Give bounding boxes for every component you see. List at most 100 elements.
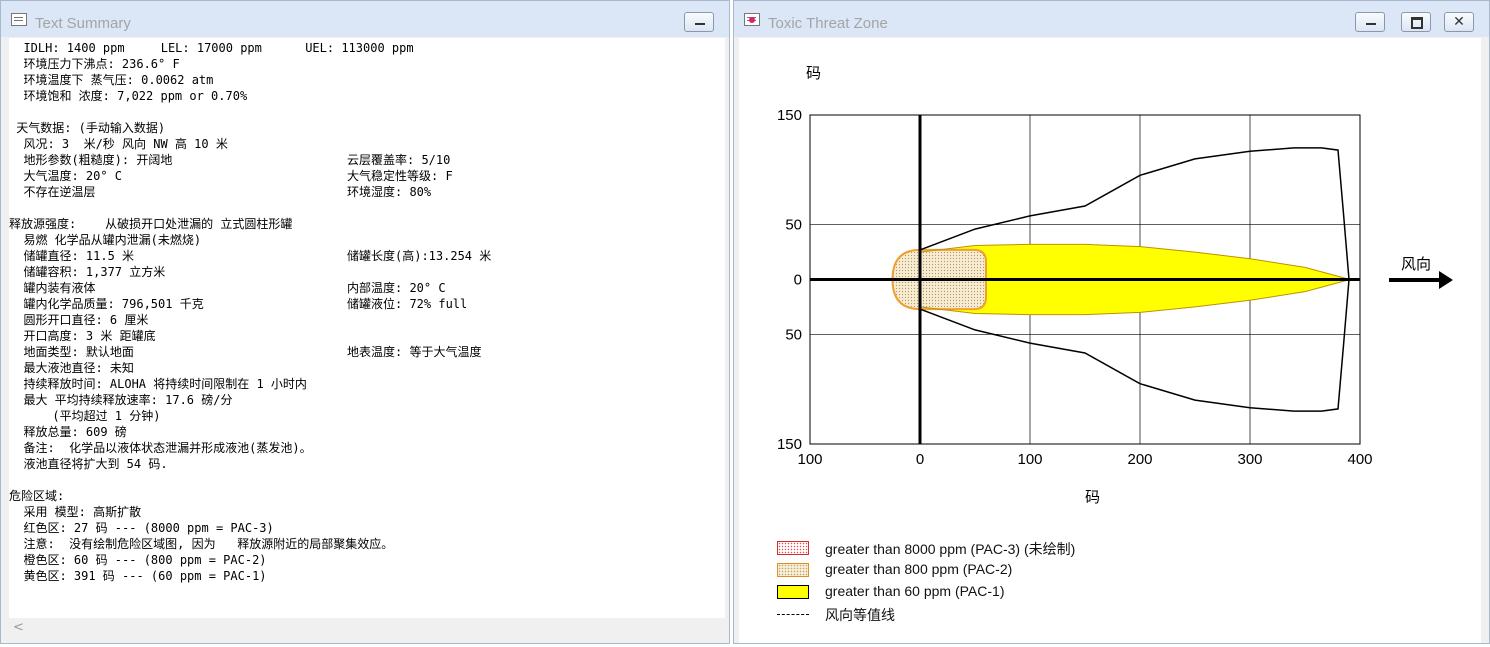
- summary-line-right-text: 大气稳定性等级: F: [347, 169, 453, 183]
- text-document-icon: [11, 13, 27, 26]
- summary-line: 释放源强度: 从破损开口处泄漏的 立式圆柱形罐: [9, 216, 292, 232]
- summary-line: 地面类型: 默认地面 地表温度: 等于大气温度: [9, 344, 481, 360]
- summary-line: 持续释放时间: ALOHA 将持续时间限制在 1 小时内: [9, 376, 307, 392]
- legend-swatch: [777, 585, 809, 599]
- summary-line-text: 罐内化学品质量: 796,501 千克: [9, 297, 204, 311]
- summary-line-text: (平均超过 1 分钟): [9, 409, 161, 423]
- legend-label: greater than 8000 ppm (PAC-3) (未绘制): [825, 541, 1076, 557]
- summary-line: 环境温度下 蒸气压: 0.0062 atm: [9, 72, 213, 88]
- summary-line-right-text: 内部温度: 20° C: [347, 281, 446, 295]
- summary-line: 罐内装有液体 内部温度: 20° C: [9, 280, 445, 296]
- summary-line-right-text: 储罐液位: 72% full: [347, 297, 468, 311]
- summary-line: 采用 模型: 高斯扩散: [9, 504, 141, 520]
- summary-line-text: 风况: 3 米/秒 风向 NW 高 10 米: [9, 137, 228, 151]
- summary-line-text: 备注: 化学品以液体状态泄漏并形成液池(蒸发池)。: [9, 441, 312, 455]
- y-tick-label: 0: [794, 272, 802, 289]
- x-tick-label: 100: [797, 451, 822, 468]
- summary-line: 大气温度: 20° C 大气稳定性等级: F: [9, 168, 452, 184]
- summary-line-text: 环境温度下 蒸气压: 0.0062 atm: [9, 73, 214, 87]
- y-tick-label: 50: [785, 326, 802, 343]
- summary-line-right-text: 储罐长度(高):13.254 米: [347, 249, 492, 263]
- x-tick-label: 400: [1347, 451, 1372, 468]
- summary-line: 风况: 3 米/秒 风向 NW 高 10 米: [9, 136, 228, 152]
- summary-line-text: 大气温度: 20° C: [9, 169, 123, 183]
- summary-line: 液池直径将扩大到 54 码.: [9, 456, 168, 472]
- summary-line: 环境饱和 浓度: 7,022 ppm or 0.70%: [9, 88, 247, 104]
- summary-line-text: 地形参数(粗糙度): 开阔地: [9, 153, 173, 167]
- summary-line: 备注: 化学品以液体状态泄漏并形成液池(蒸发池)。: [9, 440, 312, 456]
- threat-zone-title: Toxic Threat Zone: [768, 15, 888, 32]
- summary-line-text: 采用 模型: 高斯扩散: [9, 505, 142, 519]
- legend-swatch: [777, 614, 809, 615]
- minimize-button[interactable]: [684, 12, 714, 32]
- text-summary-titlebar[interactable]: Text Summary: [1, 1, 729, 37]
- y-axis-unit-label: 码: [806, 65, 821, 82]
- summary-line: 不存在逆温层 环境湿度: 80%: [9, 184, 431, 200]
- summary-line: 天气数据: (手动输入数据): [9, 120, 165, 136]
- summary-line-text: 环境饱和 浓度: 7,022 ppm or 0.70%: [9, 89, 248, 103]
- legend-swatch: [777, 563, 809, 577]
- legend-label: 风向等值线: [825, 607, 895, 623]
- y-tick-label: 50: [785, 217, 802, 234]
- summary-line: 易燃 化学品从罐内泄漏(未燃烧): [9, 232, 201, 248]
- summary-line-text: 注意: 没有绘制危险区域图, 因为 释放源附近的局部聚集效应。: [9, 537, 394, 551]
- summary-line-text: IDLH: 1400 ppm LEL: 17000 ppm UEL: 11300…: [9, 41, 414, 55]
- summary-line-text: 持续释放时间: ALOHA 将持续时间限制在 1 小时内: [9, 377, 307, 391]
- minimize-button[interactable]: [1355, 12, 1385, 32]
- y-tick-label: 150: [777, 107, 802, 124]
- summary-line-text: 不存在逆温层: [9, 185, 96, 199]
- summary-line: 储罐直径: 11.5 米 储罐长度(高):13.254 米: [9, 248, 491, 264]
- x-tick-label: 0: [916, 451, 924, 468]
- summary-line-text: 液池直径将扩大到 54 码.: [9, 457, 168, 471]
- summary-line: 红色区: 27 码 --- (8000 ppm = PAC-3): [9, 520, 274, 536]
- text-summary-title: Text Summary: [35, 15, 131, 32]
- summary-line-text: 危险区域:: [9, 489, 65, 503]
- close-button[interactable]: ✕: [1444, 12, 1474, 32]
- minimize-icon: [685, 13, 713, 31]
- threat-zone-titlebar[interactable]: Toxic Threat Zone ✕: [734, 1, 1489, 37]
- text-summary-window[interactable]: Text Summary IDLH: 1400 ppm LEL: 17000 p…: [0, 0, 730, 644]
- summary-line-text: 易燃 化学品从罐内泄漏(未燃烧): [9, 233, 202, 247]
- summary-line: 圆形开口直径: 6 厘米: [9, 312, 148, 328]
- maximize-icon: [1402, 13, 1430, 31]
- legend-label: greater than 60 ppm (PAC-1): [825, 583, 1005, 599]
- summary-line-right-text: 云层覆盖率: 5/10: [347, 153, 451, 167]
- wind-direction-label: 风向: [1401, 256, 1431, 273]
- summary-line-text: 罐内装有液体: [9, 281, 96, 295]
- summary-line-text: 红色区: 27 码 --- (8000 ppm = PAC-3): [9, 521, 274, 535]
- scroll-left-icon[interactable]: <: [13, 620, 24, 635]
- legend-label: greater than 800 ppm (PAC-2): [825, 561, 1013, 577]
- close-icon: ✕: [1453, 14, 1465, 30]
- summary-line-text: 橙色区: 60 码 --- (800 ppm = PAC-2): [9, 553, 267, 567]
- text-summary-content: IDLH: 1400 ppm LEL: 17000 ppm UEL: 11300…: [9, 38, 725, 618]
- summary-line-text: 黄色区: 391 码 --- (60 ppm = PAC-1): [9, 569, 267, 583]
- x-tick-label: 200: [1127, 451, 1152, 468]
- legend-swatch: [777, 541, 809, 555]
- summary-line-text: 最大 平均持续释放速率: 17.6 磅/分: [9, 393, 233, 407]
- summary-line-right-text: 地表温度: 等于大气温度: [347, 345, 482, 359]
- summary-line: 危险区域:: [9, 488, 64, 504]
- threat-zone-app-icon: [744, 13, 760, 26]
- summary-line-text: 地面类型: 默认地面: [9, 345, 134, 359]
- maximize-button[interactable]: [1401, 12, 1431, 32]
- summary-line-right-text: 环境湿度: 80%: [347, 185, 432, 199]
- summary-line: 地形参数(粗糙度): 开阔地 云层覆盖率: 5/10: [9, 152, 450, 168]
- summary-line-text: 最大液池直径: 未知: [9, 361, 134, 375]
- summary-line: (平均超过 1 分钟): [9, 408, 160, 424]
- summary-line: 最大 平均持续释放速率: 17.6 磅/分: [9, 392, 232, 408]
- horizontal-scrollbar[interactable]: <: [9, 618, 725, 640]
- summary-line: 橙色区: 60 码 --- (800 ppm = PAC-2): [9, 552, 267, 568]
- summary-line-text: 储罐容积: 1,377 立方米: [9, 265, 166, 279]
- summary-line: 罐内化学品质量: 796,501 千克 储罐液位: 72% full: [9, 296, 467, 312]
- summary-line: 注意: 没有绘制危险区域图, 因为 释放源附近的局部聚集效应。: [9, 536, 393, 552]
- x-axis-unit-label: 码: [1085, 489, 1100, 506]
- summary-line-text: 圆形开口直径: 6 厘米: [9, 313, 149, 327]
- summary-line: 释放总量: 609 磅: [9, 424, 126, 440]
- summary-line-text: 天气数据: (手动输入数据): [9, 121, 166, 135]
- wind-direction-arrow-icon: [1389, 271, 1453, 289]
- summary-line-text: 环境压力下沸点: 236.6° F: [9, 57, 180, 71]
- summary-line: 储罐容积: 1,377 立方米: [9, 264, 165, 280]
- toxic-threat-zone-window[interactable]: Toxic Threat Zone ✕ 100 0 100 200 300 400 150 5…: [733, 0, 1490, 644]
- minimize-icon: [1356, 13, 1384, 31]
- summary-line: IDLH: 1400 ppm LEL: 17000 ppm UEL: 11300…: [9, 40, 414, 56]
